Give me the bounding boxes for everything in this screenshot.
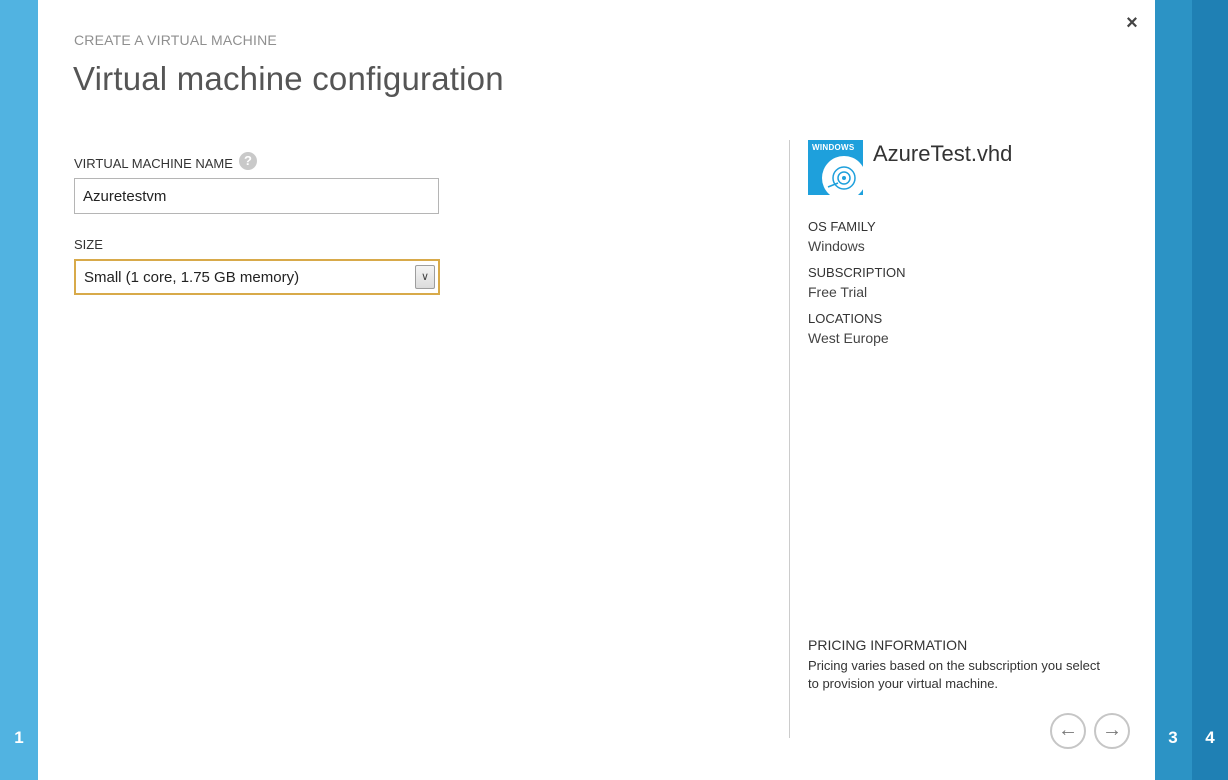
step-number: 3 bbox=[1168, 728, 1178, 747]
locations-label: LOCATIONS bbox=[808, 311, 883, 326]
pricing-text: Pricing varies based on the subscription… bbox=[808, 658, 1100, 691]
size-select[interactable]: Small (1 core, 1.75 GB memory) ∨ bbox=[74, 259, 440, 295]
windows-disk-icon: WINDOWS bbox=[808, 140, 863, 195]
subscription-value: Free Trial bbox=[808, 284, 868, 300]
wizard-step-1-rail[interactable]: 1 bbox=[0, 0, 38, 780]
help-icon[interactable]: ? bbox=[239, 152, 257, 170]
image-name: AzureTest.vhd bbox=[873, 141, 1013, 166]
close-icon[interactable]: × bbox=[1122, 13, 1142, 33]
wizard-step-4-rail[interactable]: 4 bbox=[1192, 0, 1228, 780]
os-family-label: OS FAMILY bbox=[808, 219, 876, 234]
subscription-label: SUBSCRIPTION bbox=[808, 265, 906, 280]
step-number: 4 bbox=[1205, 728, 1215, 747]
next-step-button[interactable]: → bbox=[1094, 713, 1130, 749]
os-family-value: Windows bbox=[808, 238, 865, 254]
panel-divider bbox=[789, 140, 790, 738]
size-label: SIZE bbox=[74, 237, 103, 252]
size-select-value: Small (1 core, 1.75 GB memory) bbox=[84, 269, 300, 286]
vm-name-input[interactable] bbox=[74, 178, 439, 214]
previous-step-button[interactable]: ← bbox=[1050, 713, 1086, 749]
wizard-subtitle: CREATE A VIRTUAL MACHINE bbox=[74, 32, 277, 48]
step-number: 1 bbox=[14, 728, 24, 747]
vm-name-label: VIRTUAL MACHINE NAME bbox=[74, 156, 233, 171]
pricing-heading: PRICING INFORMATION bbox=[808, 637, 968, 653]
wizard-step-3-rail[interactable]: 3 bbox=[1155, 0, 1192, 780]
page-title: Virtual machine configuration bbox=[73, 60, 504, 97]
os-badge: WINDOWS bbox=[812, 143, 855, 152]
locations-value: West Europe bbox=[808, 330, 889, 346]
chevron-down-icon[interactable]: ∨ bbox=[415, 265, 435, 289]
